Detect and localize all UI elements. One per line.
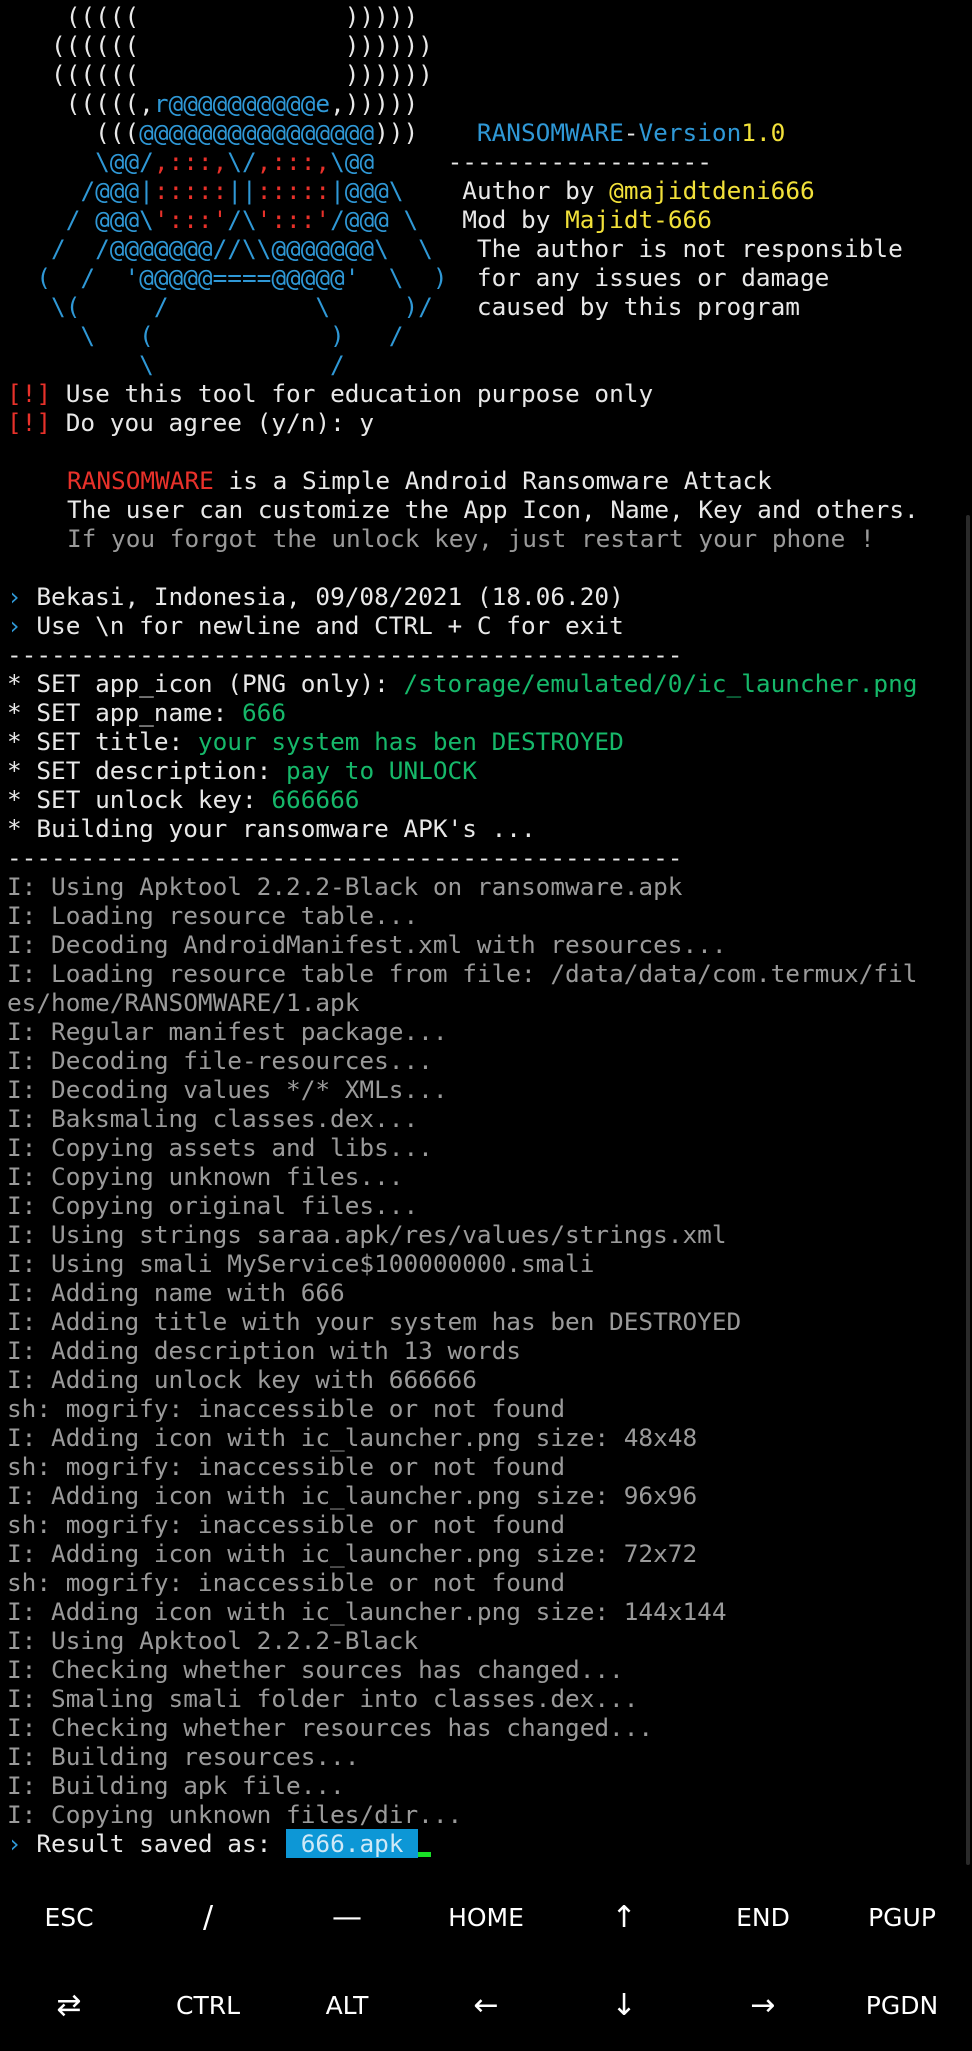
dash-key[interactable]: — xyxy=(278,1873,416,1961)
scrollbar-thumb[interactable] xyxy=(966,515,970,1865)
banner-line: (((((,r@@@@@@@@@@e,))))) xyxy=(7,89,419,118)
log-line: I: Using smali MyService$100000000.smali xyxy=(7,1249,595,1278)
warning-bracket: [!] xyxy=(7,379,52,408)
terminal-cursor xyxy=(418,1852,432,1857)
banner-line: ( / '@@@@@====@@@@@' \ ) for any issues … xyxy=(7,263,830,292)
prompt-chevron-icon: › xyxy=(7,582,22,611)
arrow-right-icon[interactable]: → xyxy=(694,1961,832,2049)
log-line: I: Adding name with 666 xyxy=(7,1278,345,1307)
prompt-chevron-icon: › xyxy=(7,611,22,640)
page-up-key[interactable]: PGUP xyxy=(833,1873,971,1961)
alt-key[interactable]: ALT xyxy=(278,1961,416,2049)
log-line: I: Checking whether sources has changed.… xyxy=(7,1655,624,1684)
log-line: I: Adding icon with ic_launcher.png size… xyxy=(7,1423,698,1452)
setting-app-name: * SET app_name: 666 xyxy=(7,698,287,727)
description-line-3: If you forgot the unlock key, just resta… xyxy=(67,524,875,553)
banner-line: /@@@|:::::||:::::|@@@\ Author by @majidt… xyxy=(80,176,815,205)
home-key[interactable]: HOME xyxy=(417,1873,555,1961)
log-line: sh: mogrify: inaccessible or not found xyxy=(7,1394,566,1423)
log-line: I: Copying unknown files... xyxy=(7,1162,404,1191)
ctrl-key[interactable]: CTRL xyxy=(139,1961,277,2049)
tab-icon[interactable]: ⇄ xyxy=(0,1961,138,2049)
log-line: es/home/RANSOMWARE/1.apk xyxy=(7,988,360,1017)
log-line: sh: mogrify: inaccessible or not found xyxy=(7,1510,566,1539)
location-line: › Bekasi, Indonesia, 09/08/2021 (18.06.2… xyxy=(7,582,624,611)
result-line: › Result saved as: 666.apk xyxy=(7,1829,432,1858)
divider: ----------------------------------------… xyxy=(7,640,683,669)
log-line: I: Decoding values */* XMLs... xyxy=(7,1075,448,1104)
page-down-key[interactable]: PGDN xyxy=(833,1961,971,2049)
log-line: I: Copying original files... xyxy=(7,1191,419,1220)
log-line: I: Regular manifest package... xyxy=(7,1017,448,1046)
description-line-1: RANSOMWARE is a Simple Android Ransomwar… xyxy=(67,466,772,495)
setting-title: * SET title: your system has ben DESTROY… xyxy=(7,727,624,756)
log-line: I: Using Apktool 2.2.2-Black xyxy=(7,1626,419,1655)
building-line: * Building your ransomware APK's ... xyxy=(7,814,536,843)
divider: ----------------------------------------… xyxy=(7,843,683,872)
end-key[interactable]: END xyxy=(694,1873,832,1961)
log-line: I: Copying assets and libs... xyxy=(7,1133,433,1162)
log-line: I: Adding icon with ic_launcher.png size… xyxy=(7,1539,698,1568)
log-line: sh: mogrify: inaccessible or not found xyxy=(7,1568,566,1597)
arrow-left-icon[interactable]: ← xyxy=(417,1961,555,2049)
log-line: I: Checking whether resources has change… xyxy=(7,1713,654,1742)
banner-line: (((@@@@@@@@@@@@@@@@))) RANSOMWARE-Versio… xyxy=(7,118,786,147)
terminal-output[interactable]: ((((( ))))) (((((( )))))) (((((( )))))) … xyxy=(0,0,972,1870)
result-filename-selection[interactable]: 666.apk xyxy=(286,1829,419,1858)
arrow-up-icon[interactable]: ↑ xyxy=(555,1873,693,1961)
log-line: I: Copying unknown files/dir... xyxy=(7,1800,463,1829)
log-line: I: Building apk file... xyxy=(7,1771,345,1800)
banner-line: / @@@\':::'/\':::'/@@@ \ Mod by Majidt-6… xyxy=(65,205,712,234)
log-line: I: Decoding AndroidManifest.xml with res… xyxy=(7,930,727,959)
log-line: I: Building resources... xyxy=(7,1742,360,1771)
log-line: I: Using strings saraa.apk/res/values/st… xyxy=(7,1220,727,1249)
brand-name: RANSOMWARE xyxy=(67,466,214,495)
description-line-2: The user can customize the App Icon, Nam… xyxy=(67,495,919,524)
banner-line: (((((( )))))) xyxy=(7,60,433,89)
banner-line: \ ( ) / xyxy=(7,321,404,350)
log-line: I: Loading resource table... xyxy=(7,901,419,930)
log-line: I: Adding title with your system has ben… xyxy=(7,1307,742,1336)
log-line: I: Using Apktool 2.2.2-Black on ransomwa… xyxy=(7,872,683,901)
banner-line: / /@@@@@@@//\\@@@@@@@\ \ The author is n… xyxy=(7,234,903,263)
log-line: I: Adding unlock key with 666666 xyxy=(7,1365,477,1394)
arrow-down-icon[interactable]: ↓ xyxy=(555,1961,693,2049)
help-line: › Use \n for newline and CTRL + C for ex… xyxy=(7,611,624,640)
esc-key[interactable]: ESC xyxy=(0,1873,138,1961)
setting-app-icon: * SET app_icon (PNG only): /storage/emul… xyxy=(7,669,918,698)
banner-line: \( / \ )/ caused by this program xyxy=(7,292,800,321)
banner-line: \@@/,:::,\/,:::,\@@ ------------------ xyxy=(95,147,712,176)
prompt-chevron-icon: › xyxy=(7,1829,22,1858)
log-line: I: Decoding file-resources... xyxy=(7,1046,433,1075)
slash-key[interactable]: / xyxy=(139,1873,277,1961)
setting-description: * SET description: pay to UNLOCK xyxy=(7,756,477,785)
banner-line: (((((( )))))) xyxy=(7,31,433,60)
extra-keys-bar: ESC / — HOME ↑ END PGUP ⇄ CTRL ALT ← ↓ → PGDN xyxy=(0,1870,972,2051)
agree-prompt-line: [!] Do you agree (y/n): y xyxy=(7,408,375,437)
log-line: I: Adding icon with ic_launcher.png size… xyxy=(7,1597,727,1626)
log-line: I: Smaling smali folder into classes.dex… xyxy=(7,1684,639,1713)
banner-line: ((((( ))))) xyxy=(7,2,419,31)
warning-line-education: [!] Use this tool for education purpose … xyxy=(7,379,654,408)
setting-unlock-key: * SET unlock key: 666666 xyxy=(7,785,360,814)
log-line: sh: mogrify: inaccessible or not found xyxy=(7,1452,566,1481)
log-line: I: Adding description with 13 words xyxy=(7,1336,521,1365)
log-line: I: Loading resource table from file: /da… xyxy=(7,959,918,988)
log-line: I: Baksmaling classes.dex... xyxy=(7,1104,419,1133)
warning-bracket: [!] xyxy=(7,408,52,437)
log-line: I: Adding icon with ic_launcher.png size… xyxy=(7,1481,698,1510)
banner-line: \ / xyxy=(7,350,345,379)
